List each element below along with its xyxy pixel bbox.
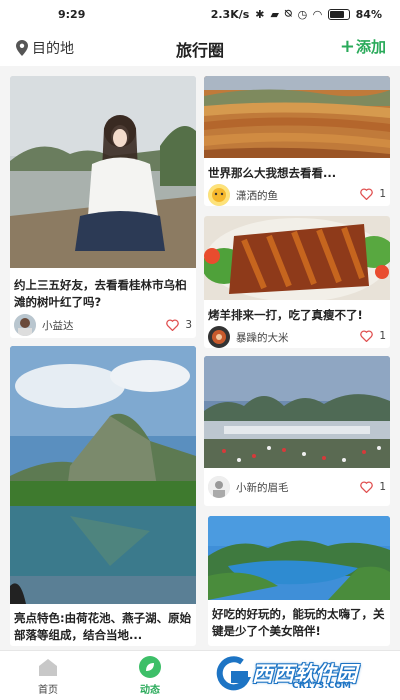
author-name: 小益达 [42,319,74,332]
heart-icon [360,188,374,200]
plus-icon: + [339,35,355,57]
post-title: 好吃的好玩的，能玩的太嗨了，关键是少了个美女陪伴! [212,607,385,638]
status-bar: 9:29 2.3K/s ✱ ▰ ⍉ ◷ ◠ 84% [0,0,400,30]
tab-moments[interactable]: 动态 [120,655,180,696]
post-card[interactable]: 世界那么大我想去看看... 潇洒的鱼 1 [204,76,390,206]
signal-icon: ▰ [270,7,279,21]
watermark-url: CR173.COM [292,681,351,691]
battery-fill [329,10,344,18]
post-image [204,356,390,468]
post-card[interactable]: 约上三五好友，去看看桂林市乌桕滩的树叶红了吗? 小益达 3 [10,76,196,338]
add-post-button[interactable]: + 添加 [340,36,386,57]
post-author[interactable]: 潇洒的鱼 [208,184,278,206]
post-title: 约上三五好友，去看看桂林市乌桕滩的树叶红了吗? [14,278,187,309]
bluetooth-icon: ✱ [255,7,265,21]
avatar [208,184,230,206]
battery-icon [327,8,350,20]
avatar [208,476,230,498]
add-label: 添加 [355,38,386,56]
post-card[interactable]: 亮点特色:由荷花池、燕子湖、原始部落等组成，结合当地... [10,346,196,646]
mute-icon: ⍉ [284,7,292,20]
heart-icon [166,319,180,331]
post-title: 烤羊排来一打，吃了真瘦不了! [208,308,363,322]
battery-percent: 84% [355,7,382,21]
like-count: 3 [185,319,192,331]
travel-feed: 约上三五好友，去看看桂林市乌桕滩的树叶红了吗? 小益达 3 世界那么大我想去看看… [0,66,400,650]
post-image [204,76,390,158]
post-image [10,76,196,268]
heart-icon [360,481,374,493]
author-name: 潇洒的鱼 [236,189,278,202]
like-button[interactable]: 3 [166,319,192,331]
status-icons: 2.3K/s ✱ ▰ ⍉ ◷ ◠ 84% [211,7,382,21]
like-button[interactable]: 1 [360,330,386,342]
like-count: 1 [379,481,386,493]
network-speed: 2.3K/s [210,7,250,21]
tab-label: 动态 [140,685,160,696]
post-author[interactable]: 小益达 [14,314,74,336]
post-image [204,216,390,300]
post-card[interactable]: 烤羊排来一打，吃了真瘦不了! 暴躁的大米 1 [204,216,390,348]
heart-icon [360,330,374,342]
watermark-logo-icon [216,656,252,691]
like-button[interactable]: 1 [360,481,386,493]
tab-home[interactable]: 首页 [18,655,78,696]
post-title: 世界那么大我想去看看... [208,166,337,180]
avatar [14,314,36,336]
post-image [10,346,196,604]
like-count: 1 [379,330,386,342]
post-title: 亮点特色:由荷花池、燕子湖、原始部落等组成，结合当地... [14,611,192,642]
post-author[interactable]: 小新的眉毛 [208,476,289,498]
home-icon [39,659,57,676]
app-header: 目的地 旅行圈 + 添加 [0,30,400,66]
alarm-icon: ◷ [297,7,308,21]
tab-label: 首页 [38,685,58,696]
post-image [208,516,390,600]
author-name: 暴躁的大米 [236,331,289,344]
status-time: 9:29 [58,8,86,21]
wifi-icon: ◠ [313,7,322,21]
avatar [208,326,230,348]
post-author[interactable]: 暴躁的大米 [208,326,289,348]
like-count: 1 [379,188,386,200]
post-card[interactable]: 好吃的好玩的，能玩的太嗨了，关键是少了个美女陪伴! [208,516,390,646]
author-name: 小新的眉毛 [236,481,289,494]
leaf-icon [139,656,161,678]
post-card[interactable]: 小新的眉毛 1 [204,356,390,506]
watermark: 西西软件园 CR173.COM [212,656,382,692]
like-button[interactable]: 1 [360,188,386,200]
